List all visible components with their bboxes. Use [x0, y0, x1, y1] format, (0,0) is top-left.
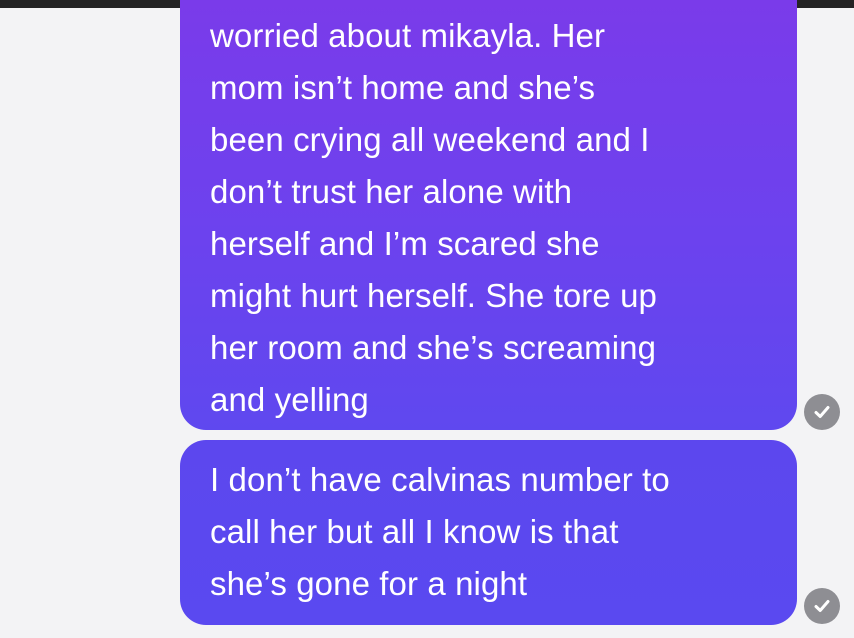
message-text-line: might hurt herself. She tore up	[210, 277, 658, 314]
message-text-line: worried about mikayla. Her	[210, 17, 606, 54]
message-thread[interactable]: worried about mikayla. Her mom isn’t hom…	[0, 0, 854, 638]
message-text-line: call her but all I know is that	[210, 513, 619, 550]
message-text-line: she’s gone for a night	[210, 565, 528, 602]
message-text-line: her room and she’s screaming	[210, 329, 657, 366]
message-text-line: been crying all weekend and I	[210, 121, 650, 158]
sent-message-bubble[interactable]: I don’t have calvinas number to call her…	[180, 440, 797, 625]
message-text-line: herself and I’m scared she	[210, 225, 600, 262]
message-text-line: don’t trust her alone with	[210, 173, 573, 210]
message-text-line: and yelling	[210, 381, 369, 418]
message-text-line: I don’t have calvinas number to	[210, 461, 670, 498]
check-circle-icon	[804, 394, 840, 430]
sent-message-bubble[interactable]: worried about mikayla. Her mom isn’t hom…	[180, 0, 797, 430]
check-circle-icon	[804, 588, 840, 624]
message-text-line: mom isn’t home and she’s	[210, 69, 596, 106]
message-thread-screen: worried about mikayla. Her mom isn’t hom…	[0, 0, 854, 638]
